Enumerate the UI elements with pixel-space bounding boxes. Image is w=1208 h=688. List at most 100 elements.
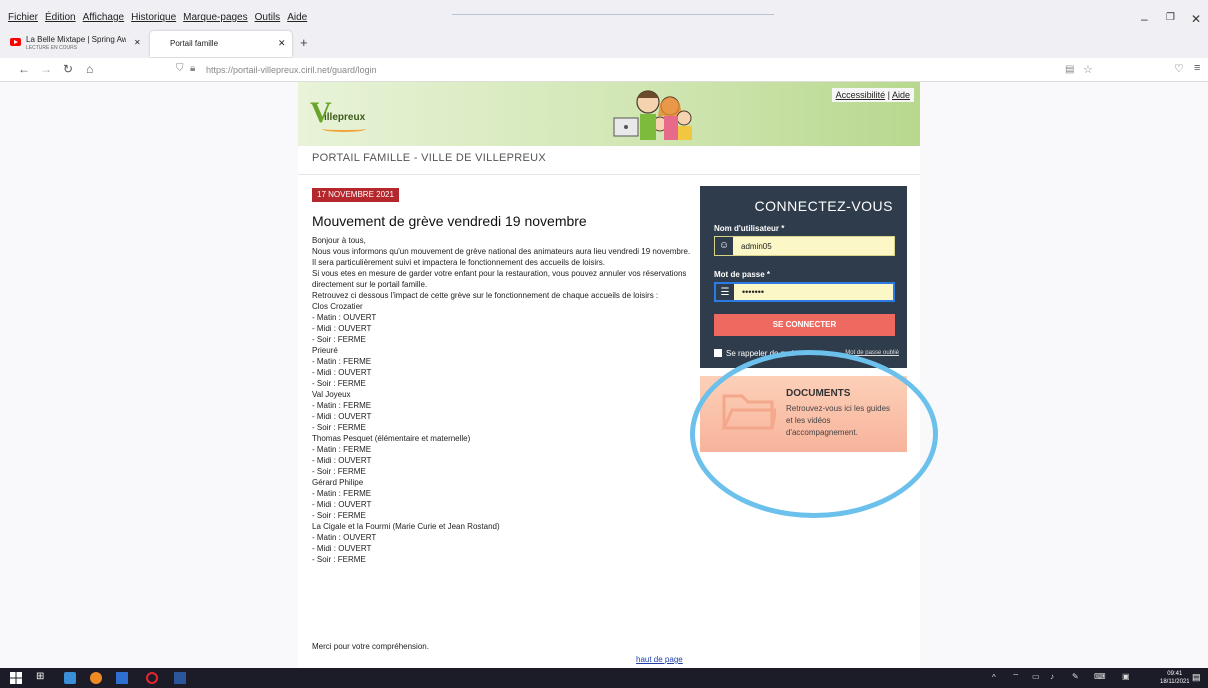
tab-close-icon[interactable]: ✕ <box>134 38 141 47</box>
article-line: Prieuré <box>312 346 338 355</box>
article-line: - Matin : OUVERT <box>312 533 377 542</box>
bookmark-star-icon[interactable]: ☆ <box>1083 63 1093 76</box>
pocket-icon[interactable]: ♡ <box>1174 62 1184 75</box>
tray-chevron-icon[interactable]: ^ <box>992 673 996 682</box>
accessibility-link[interactable]: Accessibilité <box>836 90 886 100</box>
article-line: - Midi : OUVERT <box>312 368 372 377</box>
menu-items: Fichier Édition Affichage Historique Mar… <box>8 12 307 23</box>
username-field[interactable]: ☺ admin05 <box>714 236 895 256</box>
article-line: - Matin : FERME <box>312 489 372 498</box>
menu-file[interactable]: Fichier <box>8 12 38 23</box>
header-banner: V illepreux Accessibilité | Aide <box>298 82 920 146</box>
article-line: - Soir : FERME <box>312 467 366 476</box>
tab-close-icon[interactable]: ✕ <box>278 38 286 49</box>
tab-youtube[interactable]: La Belle Mixtape | Spring Awake LECTURE … <box>6 31 144 57</box>
article-line: Retrouvez ci dessous l'impact de cette g… <box>312 291 659 300</box>
login-title: CONNECTEZ-VOUS <box>754 198 893 214</box>
menu-history[interactable]: Historique <box>131 12 176 23</box>
shield-icon[interactable]: ⛉ <box>176 63 184 74</box>
logo-text[interactable]: illepreux <box>324 112 365 123</box>
date-badge: 17 NOVEMBRE 2021 <box>312 188 399 202</box>
forward-icon[interactable]: → <box>40 62 52 76</box>
menu-edit[interactable]: Édition <box>45 12 76 23</box>
menu-view[interactable]: Affichage <box>83 12 125 23</box>
article-line: - Midi : OUVERT <box>312 324 372 333</box>
taskbar-clock[interactable]: 09:41 18/11/2021 <box>1160 670 1190 686</box>
article-line: - Midi : OUVERT <box>312 544 372 553</box>
tab-youtube-title: La Belle Mixtape | Spring Awake <box>26 35 126 44</box>
remember-checkbox[interactable] <box>714 349 722 357</box>
article-line: - Midi : OUVERT <box>312 456 372 465</box>
links-separator: | <box>887 90 890 100</box>
windows-start-icon[interactable] <box>10 672 22 684</box>
divider <box>298 174 920 175</box>
notification-icon[interactable]: ▤ <box>1192 672 1201 683</box>
article-line: - Matin : OUVERT <box>312 313 377 322</box>
restore-icon[interactable]: ❐ <box>1166 12 1175 23</box>
battery-icon[interactable]: ▭ <box>1032 672 1040 681</box>
youtube-icon <box>10 38 21 46</box>
logo-swoosh <box>322 126 366 132</box>
tab-portail[interactable]: Portail famille ✕ <box>150 31 292 57</box>
page-title: PORTAIL FAMILLE - VILLE DE VILLEPREUX <box>312 152 547 164</box>
close-window-icon[interactable]: ✕ <box>1191 12 1201 26</box>
article-line: Clos Crozatier <box>312 302 363 311</box>
article-headline: Mouvement de grève vendredi 19 novembre <box>312 213 587 229</box>
menu-bookmarks[interactable]: Marque-pages <box>183 12 247 23</box>
volume-icon[interactable]: ♪ <box>1050 672 1054 681</box>
menu-help[interactable]: Aide <box>287 12 307 23</box>
home-icon[interactable]: ⌂ <box>86 62 93 76</box>
article-line: - Matin : FERME <box>312 445 372 454</box>
network-icon[interactable]: ⌔ <box>1012 672 1020 682</box>
reader-view-icon[interactable]: ▤ <box>1065 64 1074 75</box>
highlight-annotation <box>690 350 938 518</box>
user-icon: ☺ <box>715 237 733 255</box>
clock-date: 18/11/2021 <box>1160 679 1190 685</box>
article-line: - Midi : OUVERT <box>312 500 372 509</box>
title-divider <box>452 14 774 15</box>
hamburger-menu-icon[interactable]: ≡ <box>1194 62 1200 74</box>
new-tab-icon[interactable]: + <box>300 35 308 50</box>
keyboard-icon[interactable]: ⌨ <box>1094 672 1106 681</box>
opera-icon[interactable] <box>146 672 158 684</box>
display-icon[interactable]: ▣ <box>1122 672 1130 681</box>
menu-bar: Fichier Édition Affichage Historique Mar… <box>0 0 1208 28</box>
word-icon[interactable] <box>174 672 186 684</box>
tab-portail-title: Portail famille <box>170 39 219 48</box>
clock-time: 09:41 <box>1167 671 1183 677</box>
article-line: - Matin : FERME <box>312 401 372 410</box>
reload-icon[interactable]: ↻ <box>63 62 73 76</box>
menu-tools[interactable]: Outils <box>255 12 281 23</box>
article-line: Si vous etes en mesure de garder votre e… <box>312 269 687 289</box>
help-link[interactable]: Aide <box>892 90 910 100</box>
article-line: - Midi : OUVERT <box>312 412 372 421</box>
article-line: Bonjour à tous, <box>312 236 366 245</box>
url-bar[interactable]: ⛉ 🔒︎ https://portail-villepreux.ciril.ne… <box>172 60 1112 80</box>
family-illustration <box>613 90 692 140</box>
back-to-top-link[interactable]: haut de page <box>636 655 683 664</box>
lock-icon[interactable]: 🔒︎ <box>190 63 195 74</box>
article-closing: Merci pour votre compréhension. <box>312 642 429 651</box>
login-button[interactable]: SE CONNECTER <box>714 314 895 336</box>
pen-icon[interactable]: ✎ <box>1072 672 1079 681</box>
username-label: Nom d'utilisateur * <box>714 224 785 233</box>
password-label: Mot de passe * <box>714 270 771 279</box>
password-field[interactable]: ☰ ••••••• <box>714 282 895 302</box>
minimize-icon[interactable]: – <box>1141 12 1148 26</box>
article-line: Nous vous informons qu'un mouvement de g… <box>312 247 691 267</box>
article-line: - Soir : FERME <box>312 379 366 388</box>
outlook-icon[interactable] <box>116 672 128 684</box>
task-view-icon[interactable]: ⊞ <box>36 671 48 683</box>
back-icon[interactable]: ← <box>18 62 30 76</box>
padlock-icon: ☰ <box>716 284 734 300</box>
tab-youtube-subtitle: LECTURE EN COURS <box>26 45 78 51</box>
top-links: Accessibilité | Aide <box>831 88 914 102</box>
url-text[interactable]: https://portail-villepreux.ciril.net/gua… <box>206 65 377 75</box>
article-line: Val Joyeux <box>312 390 351 399</box>
article-line: Gérard Philipe <box>312 478 364 487</box>
article-line: - Soir : FERME <box>312 511 366 520</box>
firefox-icon[interactable] <box>90 672 102 684</box>
app-icon[interactable] <box>64 672 76 684</box>
article-line: - Soir : FERME <box>312 555 366 564</box>
login-panel: CONNECTEZ-VOUS Nom d'utilisateur * ☺ adm… <box>700 186 907 368</box>
